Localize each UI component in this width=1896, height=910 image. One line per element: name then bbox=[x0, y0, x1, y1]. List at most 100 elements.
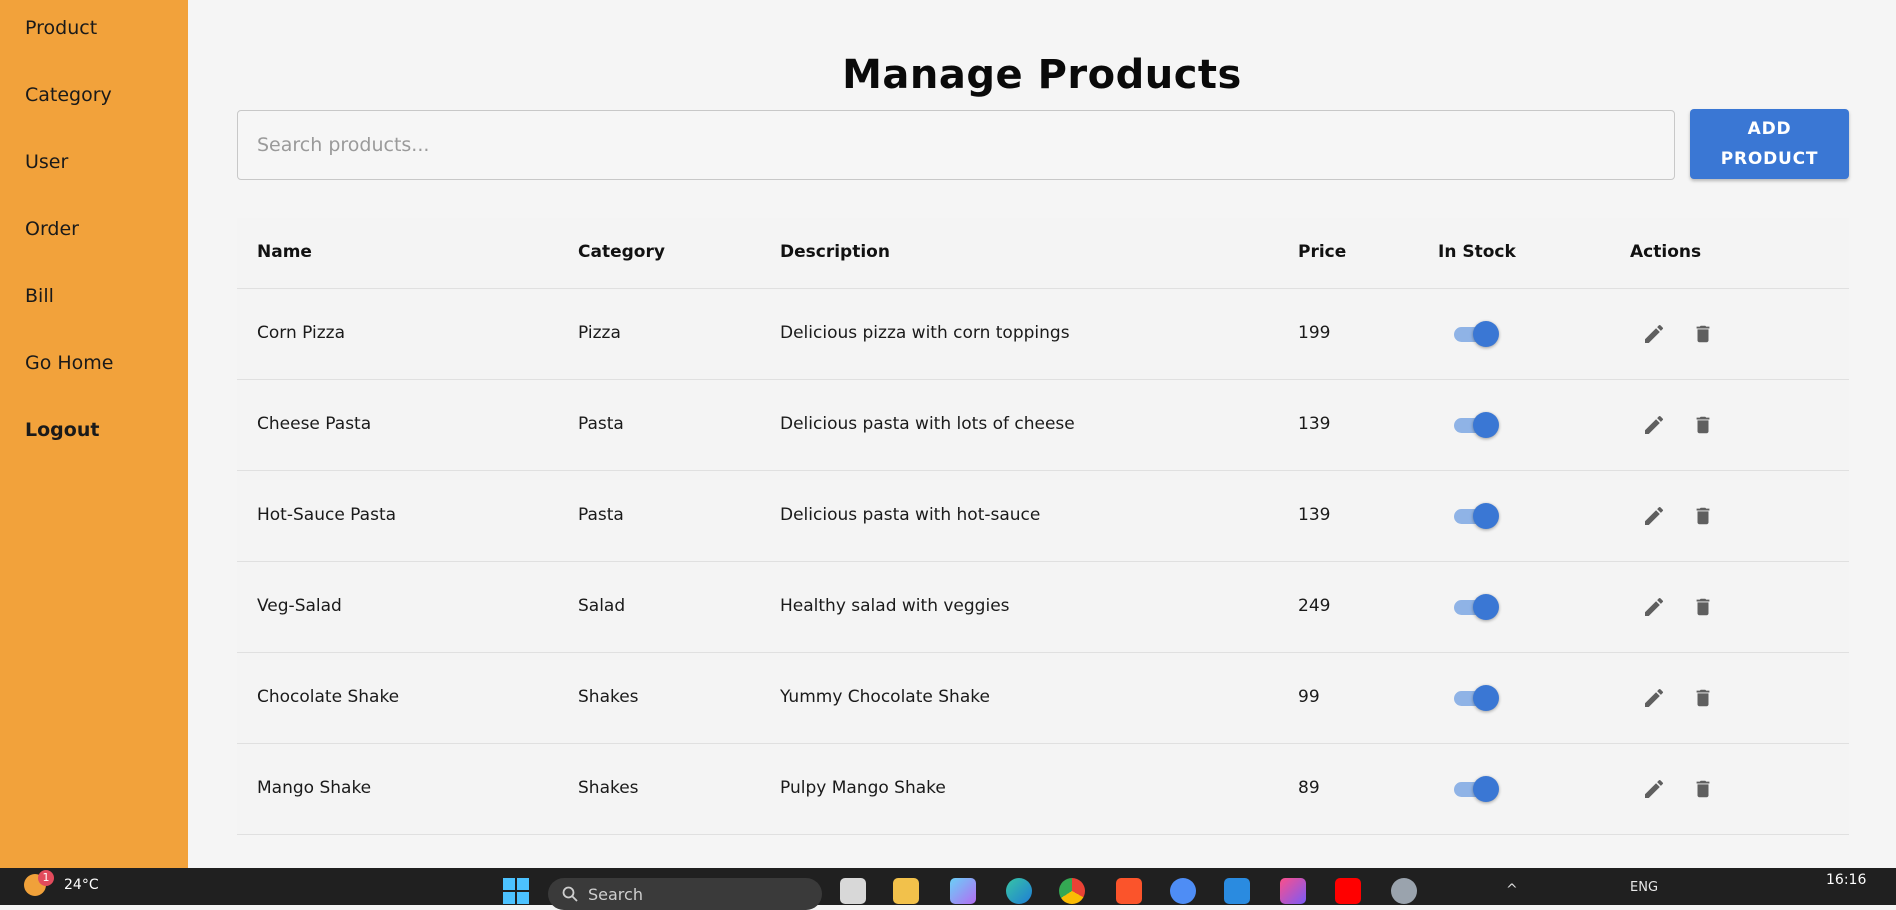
cell-category: Pasta bbox=[578, 414, 624, 434]
brave-icon[interactable] bbox=[1116, 878, 1142, 904]
search-box[interactable] bbox=[237, 110, 1675, 180]
delete-icon[interactable] bbox=[1690, 321, 1716, 347]
table-header: Name Category Description Price In Stock… bbox=[237, 218, 1849, 289]
in-stock-toggle[interactable] bbox=[1452, 594, 1500, 620]
edit-icon[interactable] bbox=[1641, 776, 1667, 802]
cell-price: 249 bbox=[1298, 596, 1331, 616]
sidebar-item-go-home[interactable]: Go Home bbox=[25, 352, 114, 374]
cell-category: Pasta bbox=[578, 505, 624, 525]
edit-icon[interactable] bbox=[1641, 685, 1667, 711]
header-in-stock: In Stock bbox=[1438, 242, 1516, 262]
toggle-knob bbox=[1473, 412, 1499, 438]
toggle-knob bbox=[1473, 776, 1499, 802]
add-product-button-line1: ADD bbox=[1747, 119, 1792, 139]
copilot-icon[interactable] bbox=[950, 878, 976, 904]
table-row: Veg-Salad Salad Healthy salad with veggi… bbox=[237, 562, 1849, 653]
cell-category: Shakes bbox=[578, 778, 639, 798]
main-content: Manage Products ADD PRODUCT Name Categor… bbox=[188, 0, 1896, 868]
sidebar-item-category[interactable]: Category bbox=[25, 84, 112, 106]
table-row: Corn Pizza Pizza Delicious pizza with co… bbox=[237, 289, 1849, 380]
in-stock-toggle[interactable] bbox=[1452, 412, 1500, 438]
cell-description: Pulpy Mango Shake bbox=[780, 778, 946, 798]
toggle-knob bbox=[1473, 503, 1499, 529]
sidebar: Product Category User Order Bill Go Home… bbox=[0, 0, 188, 868]
edit-icon[interactable] bbox=[1641, 321, 1667, 347]
search-input[interactable] bbox=[255, 133, 1674, 157]
cell-name: Hot-Sauce Pasta bbox=[257, 505, 397, 525]
weather-widget[interactable]: 1 24°C bbox=[24, 870, 99, 896]
taskbar-search[interactable]: Search bbox=[548, 878, 822, 910]
edit-icon[interactable] bbox=[1641, 412, 1667, 438]
chevron-up-icon[interactable]: ^ bbox=[1506, 882, 1524, 900]
cell-category: Salad bbox=[578, 596, 626, 616]
add-product-button[interactable]: ADD PRODUCT bbox=[1690, 109, 1849, 179]
in-stock-toggle[interactable] bbox=[1452, 321, 1500, 347]
taskbar: 1 24°C Search ^ ENG 16:16 bbox=[0, 868, 1896, 910]
file-explorer-icon[interactable] bbox=[893, 878, 919, 904]
sidebar-item-logout[interactable]: Logout bbox=[25, 419, 99, 441]
header-category: Category bbox=[578, 242, 665, 262]
table-row: Mango Shake Shakes Pulpy Mango Shake 89 bbox=[237, 744, 1849, 835]
in-stock-toggle[interactable] bbox=[1452, 503, 1500, 529]
cell-description: Delicious pasta with hot-sauce bbox=[780, 505, 1041, 525]
cell-name: Corn Pizza bbox=[257, 323, 346, 343]
clock[interactable]: 16:16 bbox=[1826, 872, 1866, 888]
cell-description: Healthy salad with veggies bbox=[780, 596, 1010, 616]
intellij-icon[interactable] bbox=[1280, 878, 1306, 904]
cell-price: 199 bbox=[1298, 323, 1331, 343]
delete-icon[interactable] bbox=[1690, 685, 1716, 711]
cell-category: Shakes bbox=[578, 687, 639, 707]
sidebar-item-order[interactable]: Order bbox=[25, 218, 79, 240]
cell-description: Delicious pasta with lots of cheese bbox=[780, 414, 1075, 434]
app-store-icon[interactable] bbox=[1170, 878, 1196, 904]
products-table: Name Category Description Price In Stock… bbox=[237, 218, 1849, 835]
windows-start-icon[interactable] bbox=[502, 877, 532, 907]
cell-price: 99 bbox=[1298, 687, 1320, 707]
cell-price: 139 bbox=[1298, 505, 1331, 525]
language-indicator[interactable]: ENG bbox=[1630, 880, 1658, 895]
delete-icon[interactable] bbox=[1690, 412, 1716, 438]
cell-price: 139 bbox=[1298, 414, 1331, 434]
in-stock-toggle[interactable] bbox=[1452, 776, 1500, 802]
edge-icon[interactable] bbox=[1006, 878, 1032, 904]
in-stock-toggle[interactable] bbox=[1452, 685, 1500, 711]
table-row: Cheese Pasta Pasta Delicious pasta with … bbox=[237, 380, 1849, 471]
header-description: Description bbox=[780, 242, 890, 262]
cell-price: 89 bbox=[1298, 778, 1320, 798]
header-name: Name bbox=[257, 242, 312, 262]
sidebar-item-user[interactable]: User bbox=[25, 151, 68, 173]
page-title: Manage Products bbox=[842, 52, 1242, 98]
table-body: Corn Pizza Pizza Delicious pizza with co… bbox=[237, 289, 1849, 835]
header-actions: Actions bbox=[1630, 242, 1702, 262]
vscode-icon[interactable] bbox=[1224, 878, 1250, 904]
table-row: Hot-Sauce Pasta Pasta Delicious pasta wi… bbox=[237, 471, 1849, 562]
header-price: Price bbox=[1298, 242, 1347, 262]
edit-icon[interactable] bbox=[1641, 503, 1667, 529]
weather-temperature: 24°C bbox=[64, 877, 99, 893]
delete-icon[interactable] bbox=[1690, 776, 1716, 802]
cell-name: Cheese Pasta bbox=[257, 414, 372, 434]
delete-icon[interactable] bbox=[1690, 503, 1716, 529]
cell-name: Chocolate Shake bbox=[257, 687, 400, 707]
sidebar-item-product[interactable]: Product bbox=[25, 17, 97, 39]
edit-icon[interactable] bbox=[1641, 594, 1667, 620]
cell-description: Delicious pizza with corn toppings bbox=[780, 323, 1070, 343]
weather-icon: 1 bbox=[24, 870, 54, 896]
sidebar-item-bill[interactable]: Bill bbox=[25, 285, 54, 307]
cell-category: Pizza bbox=[578, 323, 621, 343]
cell-name: Veg-Salad bbox=[257, 596, 342, 616]
cell-name: Mango Shake bbox=[257, 778, 372, 798]
toggle-knob bbox=[1473, 594, 1499, 620]
toggle-knob bbox=[1473, 321, 1499, 347]
youtube-icon[interactable] bbox=[1335, 878, 1361, 904]
taskbar-search-label: Search bbox=[588, 884, 643, 904]
delete-icon[interactable] bbox=[1690, 594, 1716, 620]
task-view-icon[interactable] bbox=[840, 878, 866, 904]
toggle-knob bbox=[1473, 685, 1499, 711]
search-icon bbox=[562, 886, 578, 902]
settings-icon[interactable] bbox=[1391, 878, 1417, 904]
chrome-icon[interactable] bbox=[1059, 878, 1085, 904]
table-row: Chocolate Shake Shakes Yummy Chocolate S… bbox=[237, 653, 1849, 744]
cell-description: Yummy Chocolate Shake bbox=[780, 687, 990, 707]
notification-badge: 1 bbox=[38, 870, 54, 886]
